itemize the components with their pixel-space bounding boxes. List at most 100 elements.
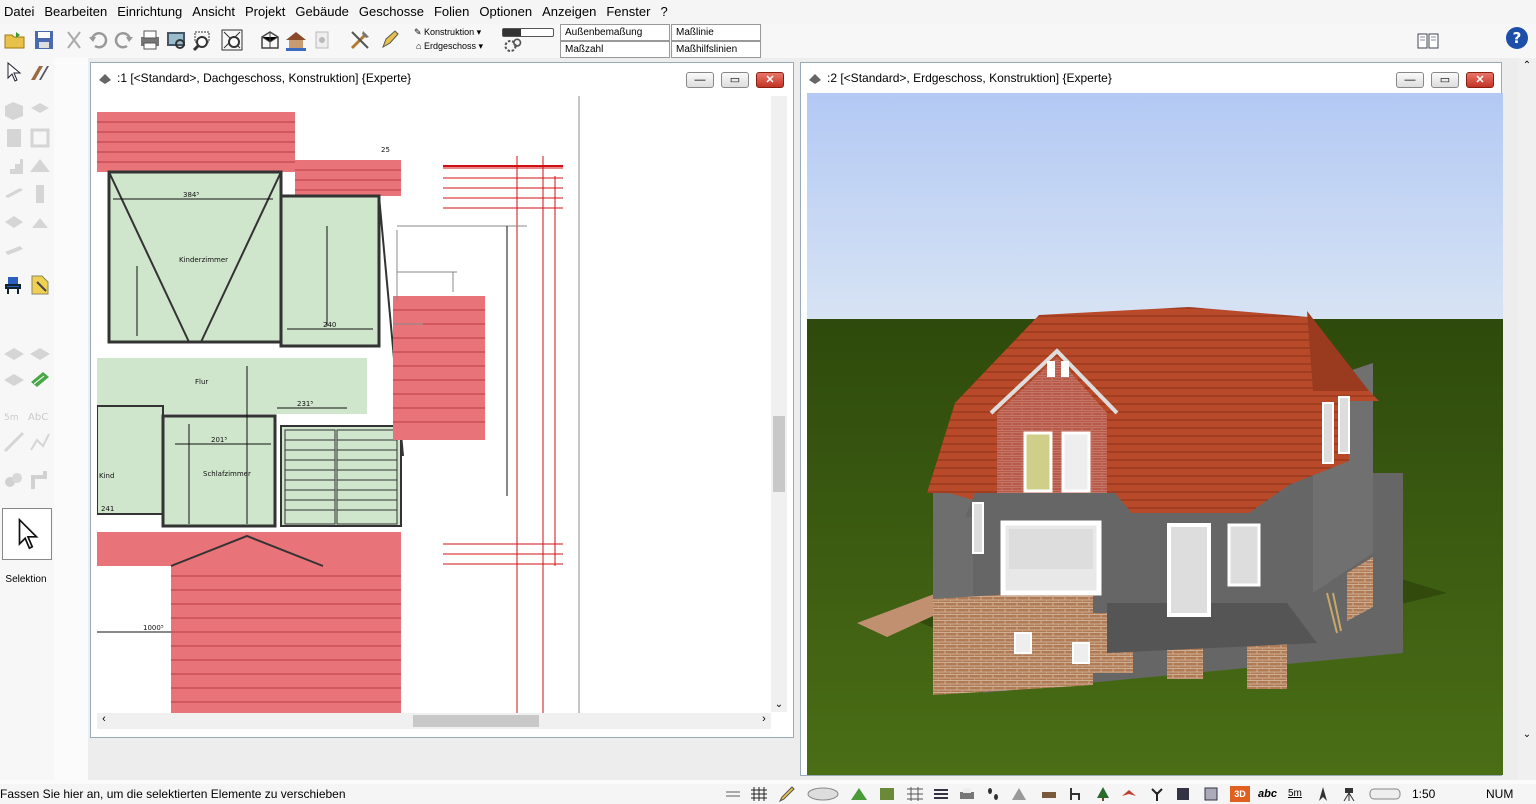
close-button[interactable]: ✕ (1466, 72, 1494, 88)
zoom-all-icon[interactable] (220, 28, 244, 52)
print-preview-icon[interactable] (164, 28, 188, 52)
horizontal-scrollbar[interactable]: ‹ › (97, 713, 771, 729)
scroll-down-icon[interactable]: ⌄ (1518, 729, 1536, 740)
door-icon[interactable] (2, 126, 26, 150)
menu-fenster[interactable]: Fenster (601, 0, 655, 24)
save-icon[interactable] (32, 28, 56, 52)
select-arrow-icon[interactable] (2, 60, 26, 84)
pipe-icon[interactable] (28, 468, 52, 492)
wall-tool-icon[interactable] (28, 60, 52, 84)
menu-anzeigen[interactable]: Anzeigen (537, 0, 601, 24)
surface-icon[interactable] (28, 340, 52, 364)
minimize-button[interactable]: — (1396, 72, 1424, 88)
menu-projekt[interactable]: Projekt (240, 0, 290, 24)
tree-icon[interactable] (1094, 786, 1112, 802)
cut-icon[interactable] (62, 28, 86, 52)
dim-number-field[interactable]: Maßzahl (560, 41, 670, 58)
bird-icon[interactable] (1120, 786, 1138, 802)
settings-gears-icon[interactable] (502, 36, 524, 56)
dimension-tool[interactable]: 5m (1288, 786, 1306, 802)
dormer-icon[interactable] (28, 210, 52, 234)
roof-tool-icon[interactable] (1010, 786, 1028, 802)
surface-icon[interactable] (878, 786, 896, 802)
printer-icon[interactable] (958, 786, 976, 802)
opening-icon[interactable] (2, 210, 26, 234)
menu-folien[interactable]: Folien (429, 0, 474, 24)
paint-surface-icon[interactable] (28, 366, 52, 390)
beam-icon[interactable] (2, 182, 26, 206)
scroll-left-icon[interactable]: ‹ (97, 713, 111, 725)
pencil-icon[interactable] (378, 28, 402, 52)
grid-icon[interactable] (750, 786, 768, 802)
slab-icon[interactable] (28, 98, 52, 122)
menu-datei[interactable]: Datei (0, 0, 39, 24)
dimension-tool-icon[interactable]: 5m (2, 404, 26, 428)
catalog-book-icon[interactable] (1416, 28, 1440, 52)
print-icon[interactable] (138, 28, 162, 52)
close-button[interactable]: ✕ (756, 72, 784, 88)
floor-dropdown[interactable]: ⌂ Erdgeschoss ▾ (416, 40, 483, 52)
right-scrollbar[interactable]: ⌃ ⌄ (1518, 58, 1536, 780)
cabinet-icon[interactable] (1174, 786, 1192, 802)
text-tool[interactable]: abc (1258, 786, 1277, 802)
line-tool-icon[interactable] (2, 430, 26, 454)
camera-tripod-icon[interactable] (1340, 786, 1358, 802)
wall-icon[interactable] (2, 98, 26, 122)
floor-plan-canvas[interactable]: 384⁵ 240 231⁵ 201⁵ 1000⁵ Kinderzimmer Fl… (97, 96, 787, 716)
scroll-down-icon[interactable]: ⌄ (771, 699, 787, 710)
maximize-button[interactable]: ▭ (721, 72, 749, 88)
scroll-thumb[interactable] (773, 416, 785, 492)
dim-helper-lines-field[interactable]: Maßhilfslinien (671, 41, 761, 58)
railing-icon[interactable] (2, 238, 26, 262)
redo-icon[interactable] (112, 28, 136, 52)
scroll-right-icon[interactable]: › (757, 713, 771, 725)
menu-optionen[interactable]: Optionen (474, 0, 537, 24)
tools-icon[interactable] (348, 28, 372, 52)
column-icon[interactable] (28, 182, 52, 206)
menu-gebaeude[interactable]: Gebäude (290, 0, 354, 24)
scroll-up-icon[interactable]: ⌃ (1518, 60, 1536, 71)
menu-bearbeiten[interactable]: Bearbeiten (39, 0, 112, 24)
dim-outer-field[interactable]: Außenbemaßung (560, 24, 670, 41)
window-element-icon[interactable] (1202, 786, 1220, 802)
furniture-icon[interactable] (2, 273, 26, 297)
3d-render-canvas[interactable] (807, 93, 1503, 775)
terrain-icon[interactable] (2, 340, 26, 364)
plant-icon[interactable] (1148, 786, 1166, 802)
vertical-scrollbar[interactable]: ⌄ (771, 96, 787, 712)
layer-selector-icon[interactable] (806, 786, 840, 802)
stairs-icon[interactable] (2, 154, 26, 178)
camera-settings-icon[interactable] (310, 28, 334, 52)
window-icon[interactable] (28, 126, 52, 150)
mesh-icon[interactable] (906, 786, 924, 802)
layer-dropdown[interactable]: ✎ Konstruktion ▾ (414, 26, 481, 38)
roof-icon[interactable] (28, 154, 52, 178)
undo-icon[interactable] (86, 28, 110, 52)
maximize-button[interactable]: ▭ (1431, 72, 1459, 88)
open-folder-icon[interactable] (3, 28, 27, 52)
dim-line-field[interactable]: Maßlinie (671, 24, 761, 41)
menu-help[interactable]: ? (655, 0, 672, 24)
house-view-icon[interactable] (284, 28, 308, 52)
chair-icon[interactable] (1066, 786, 1084, 802)
menu-geschosse[interactable]: Geschosse (354, 0, 429, 24)
pencil-icon[interactable] (778, 786, 796, 803)
footprints-icon[interactable] (984, 786, 1002, 802)
hatch-icon[interactable] (932, 786, 950, 802)
zoom-area-icon[interactable] (192, 28, 216, 52)
lines-icon[interactable] (724, 786, 742, 802)
group-icon[interactable] (2, 468, 26, 492)
object-catalog-icon[interactable] (28, 273, 52, 297)
minimize-button[interactable]: — (686, 72, 714, 88)
text-tool-icon[interactable]: AbC (28, 404, 52, 428)
menu-einrichtung[interactable]: Einrichtung (112, 0, 187, 24)
north-arrow-icon[interactable] (1314, 786, 1332, 802)
sofa-icon[interactable] (1040, 786, 1058, 802)
3d-view-badge[interactable]: 3D (1230, 786, 1250, 802)
3d-titlebar[interactable]: :2 [<Standard>, Erdgeschoss, Konstruktio… (801, 63, 1501, 93)
menu-ansicht[interactable]: Ansicht (187, 0, 240, 24)
terrain-icon[interactable] (850, 786, 868, 802)
help-icon[interactable]: ? (1505, 26, 1529, 50)
building-3d-icon[interactable] (258, 28, 282, 52)
scale-selector-icon[interactable] (1368, 786, 1402, 802)
